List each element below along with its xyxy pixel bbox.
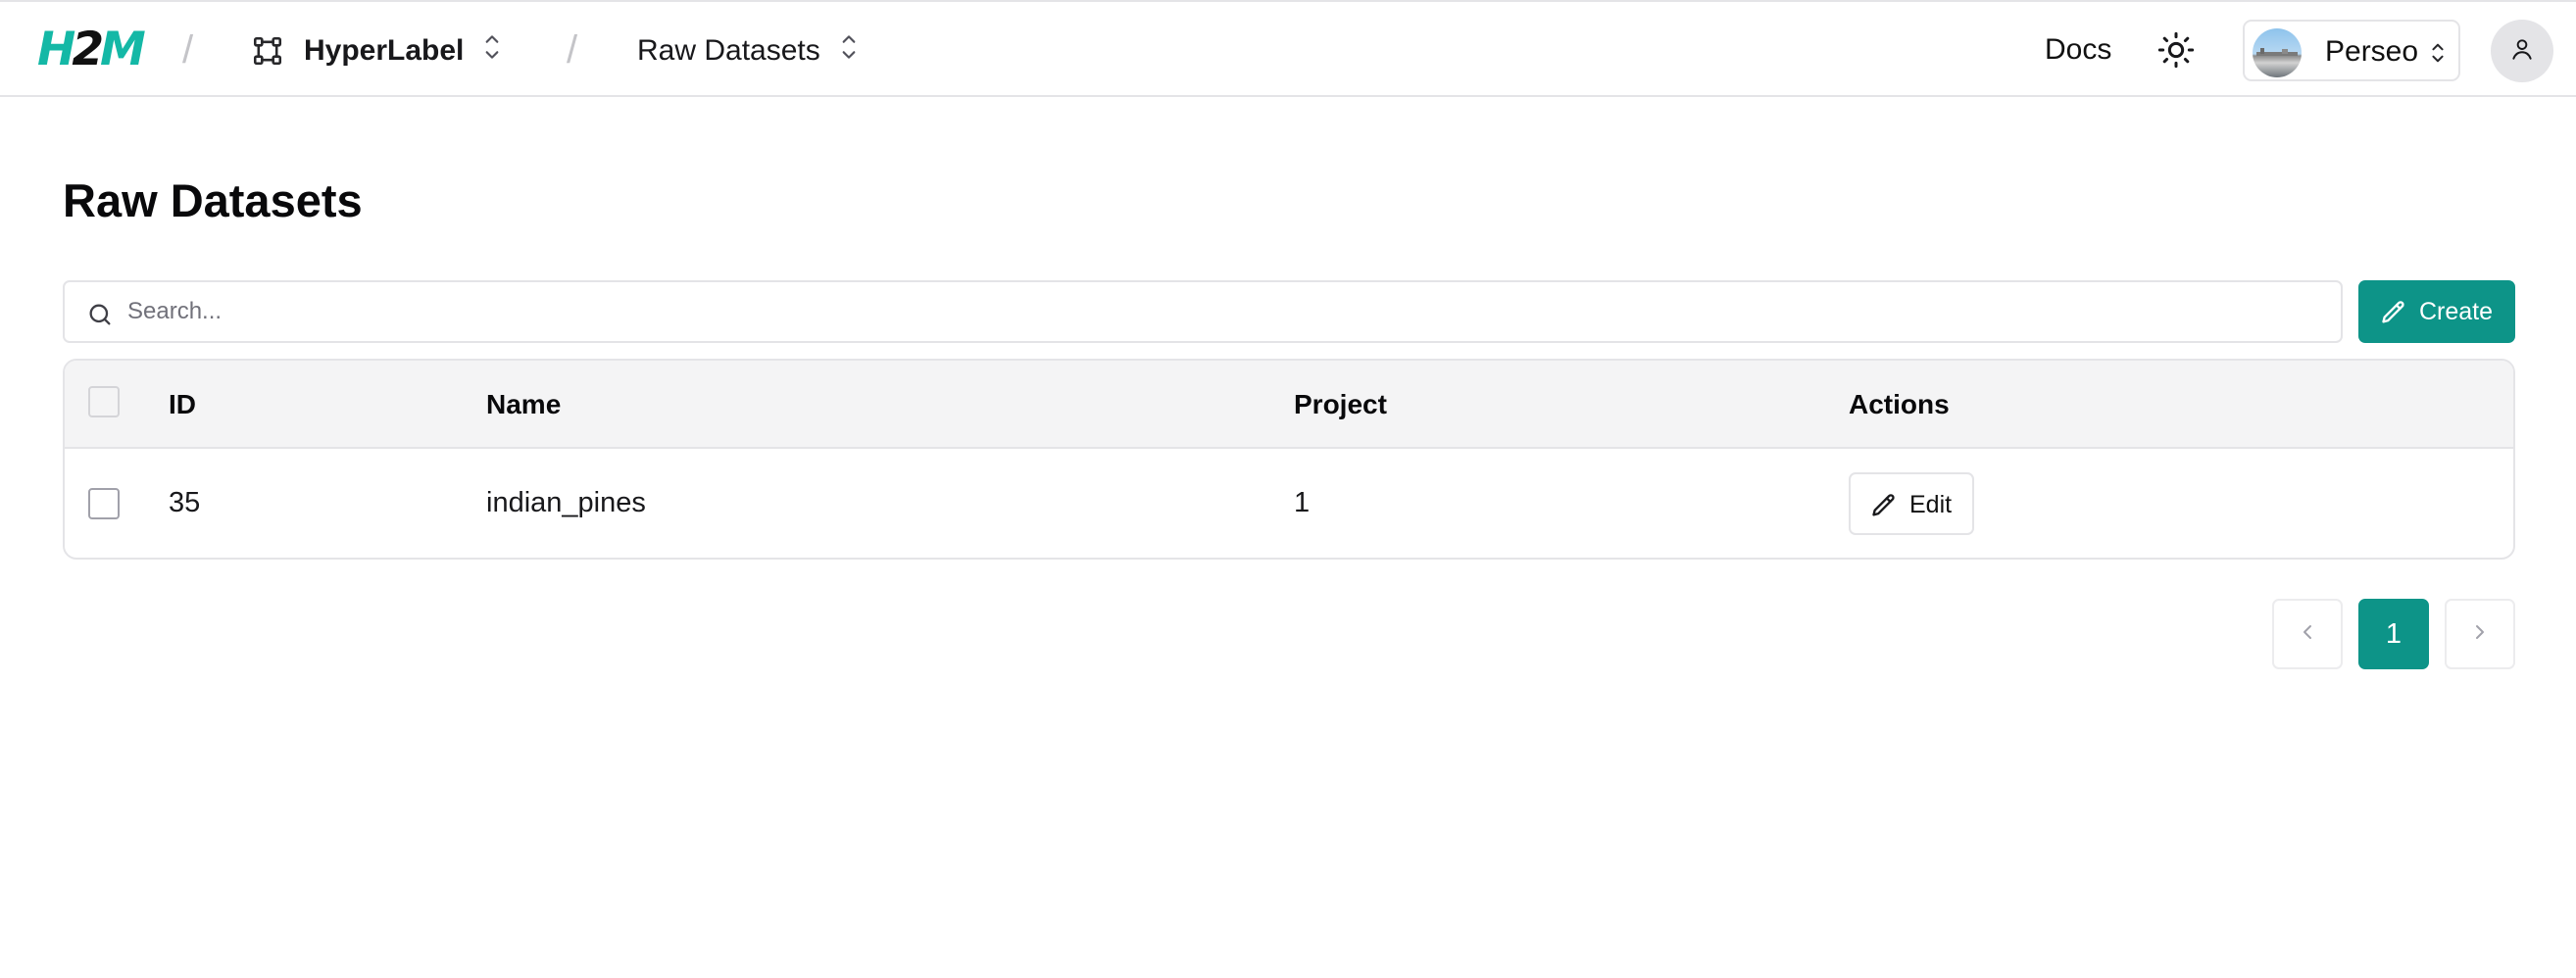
column-header-id[interactable]: ID <box>169 388 196 421</box>
column-header-project[interactable]: Project <box>1294 388 1387 421</box>
pagination-next-button[interactable] <box>2445 599 2515 669</box>
chevron-left-icon <box>2296 620 2319 649</box>
table-header: ID Name Project Actions <box>65 361 2513 449</box>
datasets-table: ID Name Project Actions 35 indian_pines … <box>63 359 2515 560</box>
section-switcher[interactable]: Raw Datasets <box>637 25 862 76</box>
breadcrumb-separator: / <box>567 28 578 72</box>
project-name: HyperLabel <box>304 34 465 67</box>
chevrons-up-down-icon <box>2427 38 2449 73</box>
team-avatar <box>2253 28 2302 77</box>
user-menu-button[interactable] <box>2491 20 2553 82</box>
team-name: Perseo <box>2325 35 2419 68</box>
page-title: Raw Datasets <box>63 174 363 226</box>
section-name: Raw Datasets <box>637 34 820 67</box>
pencil-icon <box>2380 299 2407 333</box>
pagination-prev-button[interactable] <box>2272 599 2343 669</box>
cell-name: indian_pines <box>486 487 646 518</box>
cell-id: 35 <box>169 487 201 518</box>
create-button[interactable]: Create <box>2358 280 2515 343</box>
search-input[interactable] <box>127 292 2284 331</box>
chevrons-up-down-icon <box>479 30 505 72</box>
cell-project: 1 <box>1294 487 1311 518</box>
chevron-right-icon <box>2468 620 2492 649</box>
pagination-page-button[interactable]: 1 <box>2358 599 2429 669</box>
project-nodes-icon <box>251 34 284 68</box>
team-switcher[interactable]: Perseo <box>2243 20 2460 81</box>
breadcrumb-separator: / <box>182 28 194 72</box>
create-button-label: Create <box>2419 298 2494 325</box>
row-checkbox[interactable] <box>88 488 120 519</box>
edit-button-label: Edit <box>1909 491 1953 518</box>
column-header-name[interactable]: Name <box>486 388 561 421</box>
project-switcher[interactable]: HyperLabel <box>251 25 505 76</box>
docs-link[interactable]: Docs <box>2045 29 2111 71</box>
pencil-icon <box>1870 492 1898 524</box>
chevrons-up-down-icon <box>836 30 862 72</box>
select-all-checkbox[interactable] <box>88 386 120 417</box>
table-row: 35 indian_pines 1 Edit <box>65 449 2513 558</box>
user-icon <box>2509 36 2535 67</box>
search-bar <box>63 280 2343 343</box>
sun-icon[interactable] <box>2156 30 2196 74</box>
top-navbar: H2M / HyperLabel / Raw Datasets Docs Per… <box>0 0 2576 97</box>
search-icon <box>86 301 114 333</box>
edit-button[interactable]: Edit <box>1849 472 1974 535</box>
h2m-logo[interactable]: H2M <box>37 26 146 73</box>
column-header-actions: Actions <box>1849 389 1950 419</box>
